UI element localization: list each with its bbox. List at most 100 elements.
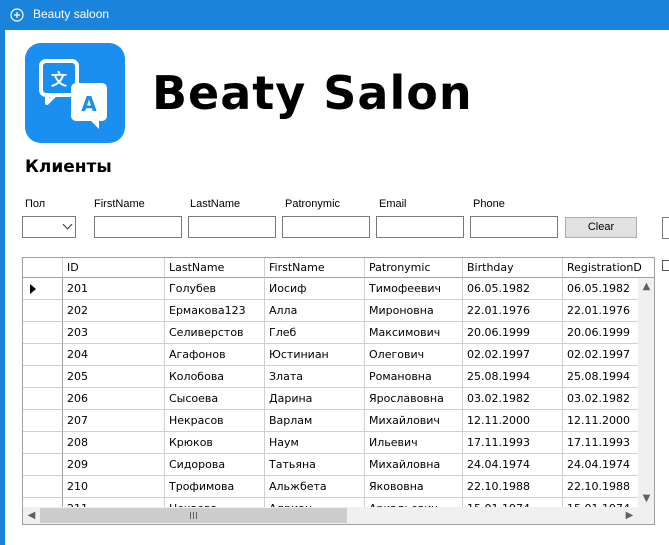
- window-titlebar: Beauty saloon: [0, 0, 669, 30]
- current-row-icon: [30, 284, 36, 294]
- section-title: Клиенты: [25, 157, 112, 177]
- row-header[interactable]: [23, 432, 63, 454]
- table-cell[interactable]: Юстиниан: [265, 344, 365, 366]
- table-cell[interactable]: Романовна: [365, 366, 463, 388]
- table-cell[interactable]: 24.04.1974: [463, 454, 563, 476]
- firstname-input[interactable]: [94, 216, 182, 238]
- table-cell[interactable]: Крюков: [165, 432, 265, 454]
- table-cell[interactable]: 12.11.2000: [463, 410, 563, 432]
- column-header[interactable]: FirstName: [265, 258, 365, 278]
- scroll-up-icon[interactable]: ▲: [638, 278, 654, 295]
- scroll-down-icon[interactable]: ▼: [638, 490, 654, 507]
- horizontal-scroll-thumb[interactable]: [40, 508, 347, 523]
- table-cell[interactable]: Агафонов: [165, 344, 265, 366]
- email-label: Email: [379, 198, 407, 210]
- table-cell[interactable]: 17.11.1993: [463, 432, 563, 454]
- clear-button[interactable]: Clear: [565, 217, 637, 238]
- table-cell[interactable]: 204: [63, 344, 165, 366]
- app-title: Beaty Salon: [152, 66, 473, 120]
- patronymic-label: Patronymic: [285, 198, 341, 210]
- table-cell[interactable]: Мироновна: [365, 300, 463, 322]
- extra-checkbox[interactable]: [662, 260, 669, 271]
- table-cell[interactable]: 206: [63, 388, 165, 410]
- window-border: [0, 30, 5, 545]
- row-header[interactable]: [23, 476, 63, 498]
- row-header[interactable]: [23, 300, 63, 322]
- table-cell[interactable]: 06.05.1982: [463, 278, 563, 300]
- gender-label: Пол: [25, 198, 46, 210]
- extra-input[interactable]: [662, 217, 669, 239]
- table-cell[interactable]: Селиверстов: [165, 322, 265, 344]
- table-cell[interactable]: Ярославовна: [365, 388, 463, 410]
- vertical-scrollbar[interactable]: ▲ ▼: [638, 278, 654, 507]
- table-cell[interactable]: Тимофеевич: [365, 278, 463, 300]
- table-cell[interactable]: Варлам: [265, 410, 365, 432]
- phone-input[interactable]: [470, 216, 558, 238]
- table-cell[interactable]: Алла: [265, 300, 365, 322]
- chevron-down-icon: [62, 219, 73, 230]
- column-header[interactable]: ID: [63, 258, 165, 278]
- gender-select[interactable]: [22, 216, 76, 238]
- column-header[interactable]: RegistrationD: [563, 258, 654, 278]
- table-cell[interactable]: 22.10.1988: [463, 476, 563, 498]
- table-cell[interactable]: 207: [63, 410, 165, 432]
- row-header[interactable]: [23, 366, 63, 388]
- table-cell[interactable]: 209: [63, 454, 165, 476]
- table-cell[interactable]: Некрасов: [165, 410, 265, 432]
- table-cell[interactable]: Олегович: [365, 344, 463, 366]
- table-cell[interactable]: Михайлович: [365, 410, 463, 432]
- table-cell[interactable]: Наум: [265, 432, 365, 454]
- table-cell[interactable]: Ильевич: [365, 432, 463, 454]
- table-cell[interactable]: Трофимова: [165, 476, 265, 498]
- table-cell[interactable]: 210: [63, 476, 165, 498]
- scroll-right-icon[interactable]: ▶: [621, 507, 638, 524]
- table-cell[interactable]: Сидорова: [165, 454, 265, 476]
- table-cell[interactable]: Ермакова123: [165, 300, 265, 322]
- clients-table[interactable]: ID LastName FirstName Patronymic Birthday Reg…: [22, 257, 655, 525]
- row-header[interactable]: [23, 454, 63, 476]
- row-header[interactable]: [23, 278, 63, 300]
- row-header[interactable]: [23, 388, 63, 410]
- phone-label: Phone: [473, 198, 505, 210]
- row-header[interactable]: [23, 344, 63, 366]
- table-cell[interactable]: 201: [63, 278, 165, 300]
- grip-icon: [189, 512, 198, 519]
- column-header[interactable]: Birthday: [463, 258, 563, 278]
- table-cell[interactable]: Татьяна: [265, 454, 365, 476]
- table-cell[interactable]: 25.08.1994: [463, 366, 563, 388]
- column-header[interactable]: LastName: [165, 258, 265, 278]
- table-cell[interactable]: Иосиф: [265, 278, 365, 300]
- horizontal-scrollbar[interactable]: ◀ ▶: [23, 507, 638, 524]
- table-cell[interactable]: 208: [63, 432, 165, 454]
- table-cell[interactable]: Глеб: [265, 322, 365, 344]
- scrollbar-corner: [638, 507, 654, 524]
- table-cell[interactable]: 03.02.1982: [463, 388, 563, 410]
- row-header[interactable]: [23, 322, 63, 344]
- table-cell[interactable]: Михайловна: [365, 454, 463, 476]
- table-cell[interactable]: Колобова: [165, 366, 265, 388]
- table-cell[interactable]: Якововна: [365, 476, 463, 498]
- app-icon: [10, 8, 24, 22]
- table-cell[interactable]: Голубев: [165, 278, 265, 300]
- svg-text:A: A: [81, 92, 97, 116]
- firstname-label: FirstName: [94, 198, 145, 210]
- email-input[interactable]: [376, 216, 464, 238]
- svg-text:文: 文: [51, 70, 68, 89]
- table-cell[interactable]: 203: [63, 322, 165, 344]
- table-cell[interactable]: 205: [63, 366, 165, 388]
- table-cell[interactable]: Дарина: [265, 388, 365, 410]
- patronymic-input[interactable]: [282, 216, 370, 238]
- translate-icon: 文 A: [25, 43, 125, 143]
- table-cell[interactable]: 22.01.1976: [463, 300, 563, 322]
- table-cell[interactable]: Максимович: [365, 322, 463, 344]
- table-cell[interactable]: Сысоева: [165, 388, 265, 410]
- table-cell[interactable]: Злата: [265, 366, 365, 388]
- column-header[interactable]: Patronymic: [365, 258, 463, 278]
- scroll-left-icon[interactable]: ◀: [23, 507, 40, 524]
- table-cell[interactable]: 02.02.1997: [463, 344, 563, 366]
- table-cell[interactable]: 202: [63, 300, 165, 322]
- row-header[interactable]: [23, 410, 63, 432]
- lastname-input[interactable]: [188, 216, 276, 238]
- table-cell[interactable]: Альжбета: [265, 476, 365, 498]
- table-cell[interactable]: 20.06.1999: [463, 322, 563, 344]
